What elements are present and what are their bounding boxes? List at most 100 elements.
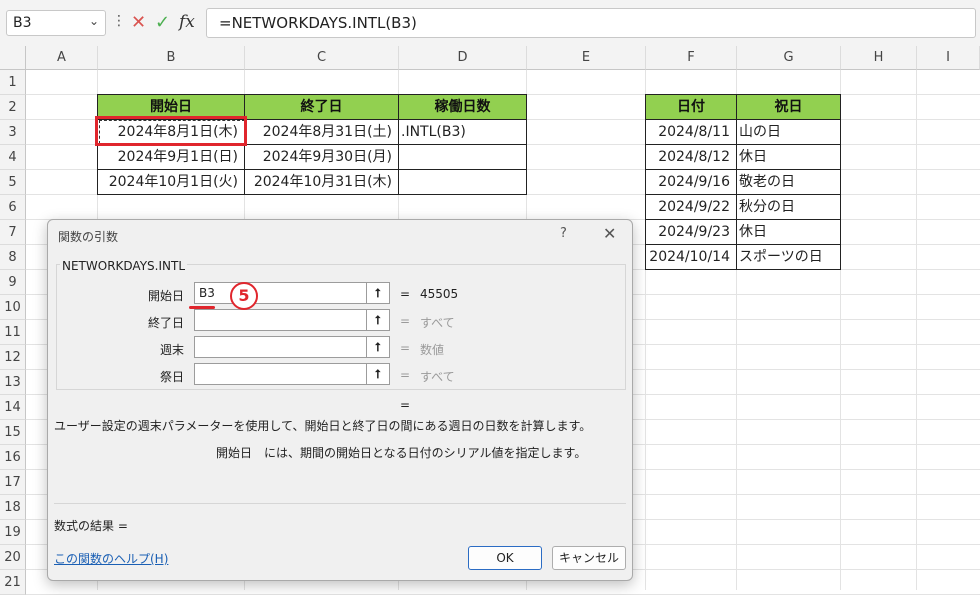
annotation-underline: [189, 306, 215, 309]
collapse-dialog-icon[interactable]: ⭡: [366, 363, 390, 385]
column-header-i[interactable]: I: [917, 46, 980, 70]
table-cell[interactable]: 2024/8/11: [645, 119, 737, 145]
function-result-equals: =: [400, 398, 411, 412]
table-header-cell[interactable]: 終了日: [244, 94, 399, 120]
column-header-e[interactable]: E: [527, 46, 646, 70]
row-header-6[interactable]: 6: [0, 195, 26, 220]
table-cell[interactable]: 休日: [736, 144, 841, 170]
table-cell[interactable]: 2024/9/16: [645, 169, 737, 195]
arg-result-holidays: すべて: [420, 370, 455, 384]
table-cell[interactable]: 2024/9/23: [645, 219, 737, 245]
column-header-c[interactable]: C: [245, 46, 399, 70]
table-cell[interactable]: 休日: [736, 219, 841, 245]
table-cell[interactable]: 敬老の日: [736, 169, 841, 195]
more-options-icon[interactable]: ⋮: [112, 13, 126, 29]
arg-label-start-date: 開始日: [147, 289, 184, 303]
row-header-8[interactable]: 8: [0, 245, 26, 270]
arg-label-end-date: 終了日: [147, 316, 184, 330]
function-name: NETWORKDAYS.INTL: [60, 259, 188, 273]
table-header-cell[interactable]: 稼働日数: [398, 94, 527, 120]
row-header-1[interactable]: 1: [0, 70, 26, 95]
chevron-down-icon[interactable]: ⌄: [89, 14, 99, 28]
table-cell[interactable]: .INTL(B3): [398, 119, 527, 145]
formula-bar-area: B3 ⌄ ⋮ ✕ ✓ fx =NETWORKDAYS.INTL(B3): [0, 0, 980, 46]
arg-result-weekend: 数値: [420, 343, 445, 357]
table-header-cell[interactable]: 祝日: [736, 94, 841, 120]
table-header-cell[interactable]: 日付: [645, 94, 737, 120]
row-header-11[interactable]: 11: [0, 320, 26, 345]
selected-cell-highlight: [95, 116, 247, 146]
arg-result-start-date: 45505: [420, 287, 459, 301]
formula-buttons: ✕ ✓ fx: [127, 10, 199, 36]
name-box-value: B3: [13, 15, 32, 31]
column-header-a[interactable]: A: [26, 46, 98, 70]
argument-description: 開始日 には、期間の開始日となる日付のシリアル値を指定します。: [216, 446, 587, 460]
arg-label-holidays: 祭日: [159, 370, 184, 384]
row-header-19[interactable]: 19: [0, 520, 26, 545]
insert-function-icon[interactable]: fx: [179, 12, 195, 32]
column-header-f[interactable]: F: [646, 46, 737, 70]
table-cell[interactable]: [398, 169, 527, 195]
table-cell[interactable]: 2024年10月31日(木): [244, 169, 399, 195]
row-header-16[interactable]: 16: [0, 445, 26, 470]
help-icon[interactable]: ?: [560, 226, 567, 241]
table-cell[interactable]: 秋分の日: [736, 194, 841, 220]
arg-label-weekend: 週末: [159, 343, 184, 357]
row-header-15[interactable]: 15: [0, 420, 26, 445]
row-header-12[interactable]: 12: [0, 345, 26, 370]
step-badge: 5: [230, 282, 258, 310]
arg-equals: =: [400, 287, 411, 301]
row-header-10[interactable]: 10: [0, 295, 26, 320]
ok-button[interactable]: OK: [468, 546, 542, 570]
row-header-14[interactable]: 14: [0, 395, 26, 420]
table-cell[interactable]: 2024/8/12: [645, 144, 737, 170]
table-cell[interactable]: [398, 144, 527, 170]
column-header-h[interactable]: H: [841, 46, 917, 70]
cancel-button[interactable]: キャンセル: [552, 546, 626, 570]
function-description: ユーザー設定の週末パラメーターを使用して、開始日と終了日の間にある週日の日数を計…: [54, 419, 592, 433]
arg-input-holidays[interactable]: [194, 363, 390, 385]
column-header-g[interactable]: G: [737, 46, 841, 70]
row-header-21[interactable]: 21: [0, 570, 26, 595]
row-header-7[interactable]: 7: [0, 220, 26, 245]
formula-result-label: 数式の結果 =: [54, 519, 128, 533]
table-cell[interactable]: 2024年9月1日(日): [97, 144, 245, 170]
arg-equals: =: [400, 341, 411, 355]
collapse-dialog-icon[interactable]: ⭡: [366, 309, 390, 331]
name-box[interactable]: B3 ⌄: [6, 10, 106, 36]
formula-input[interactable]: =NETWORKDAYS.INTL(B3): [206, 8, 976, 38]
close-icon[interactable]: ✕: [603, 224, 616, 243]
column-header-b[interactable]: B: [98, 46, 245, 70]
gridline: [916, 70, 917, 590]
table-cell[interactable]: 2024/9/22: [645, 194, 737, 220]
table-cell[interactable]: 2024年8月31日(土): [244, 119, 399, 145]
row-header-17[interactable]: 17: [0, 470, 26, 495]
confirm-entry-icon[interactable]: ✓: [155, 12, 170, 33]
arg-input-start-date[interactable]: B3: [194, 282, 390, 304]
table-cell[interactable]: 2024年10月1日(火): [97, 169, 245, 195]
row-header-9[interactable]: 9: [0, 270, 26, 295]
select-all-corner[interactable]: [0, 46, 26, 70]
row-header-4[interactable]: 4: [0, 145, 26, 170]
collapse-dialog-icon[interactable]: ⭡: [366, 336, 390, 358]
row-header-5[interactable]: 5: [0, 170, 26, 195]
arg-result-end-date: すべて: [420, 316, 455, 330]
dialog-title: 関数の引数: [58, 230, 119, 244]
table-cell[interactable]: スポーツの日: [736, 244, 841, 270]
row-header-3[interactable]: 3: [0, 120, 26, 145]
cancel-entry-icon[interactable]: ✕: [131, 12, 146, 33]
row-header-13[interactable]: 13: [0, 370, 26, 395]
row-header-18[interactable]: 18: [0, 495, 26, 520]
arg-equals: =: [400, 368, 411, 382]
arg-input-weekend[interactable]: [194, 336, 390, 358]
arg-equals: =: [400, 314, 411, 328]
function-help-link[interactable]: この関数のヘルプ(H): [54, 550, 168, 567]
row-header-2[interactable]: 2: [0, 95, 26, 120]
row-header-20[interactable]: 20: [0, 545, 26, 570]
column-header-d[interactable]: D: [399, 46, 527, 70]
arg-input-end-date[interactable]: [194, 309, 390, 331]
table-cell[interactable]: 2024年9月30日(月): [244, 144, 399, 170]
table-cell[interactable]: 山の日: [736, 119, 841, 145]
table-cell[interactable]: 2024/10/14: [645, 244, 737, 270]
collapse-dialog-icon[interactable]: ⭡: [366, 282, 390, 304]
